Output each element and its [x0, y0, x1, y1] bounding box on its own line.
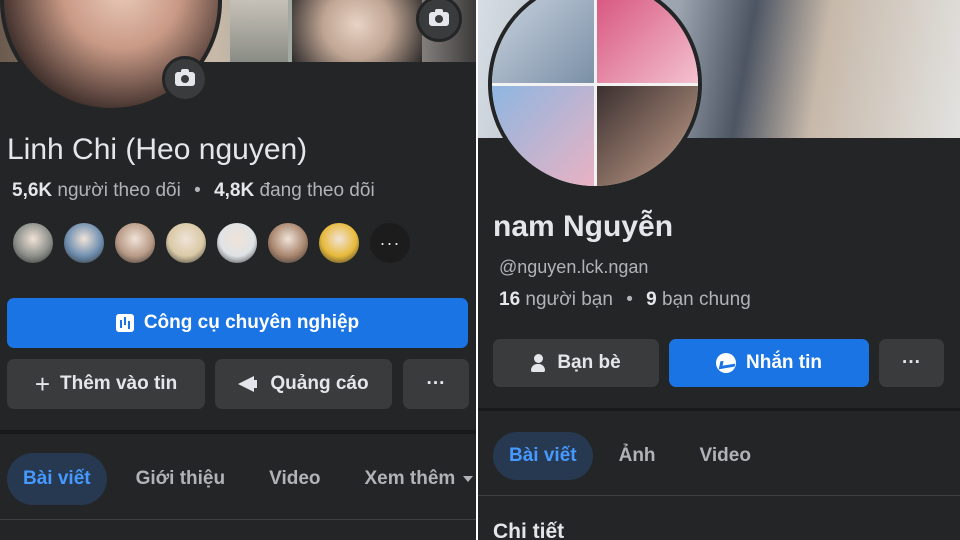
dashboard-icon	[115, 314, 134, 332]
profile-picture[interactable]	[488, 0, 702, 190]
tab-video[interactable]: Video	[684, 432, 767, 480]
add-to-story-label: Thêm vào tin	[60, 373, 178, 394]
left-profile-panel: Linh Chi (Heo nguyen) 5,6K người theo dõ…	[0, 0, 476, 540]
mutual-label[interactable]: bạn chung	[662, 289, 751, 310]
message-button-label: Nhắn tin	[746, 352, 822, 373]
tab-posts[interactable]: Bài viết	[493, 432, 593, 480]
tab-see-more-label: Xem thêm	[364, 468, 456, 489]
tabs-bottom-border	[478, 495, 960, 496]
friends-button[interactable]: Bạn bè	[493, 339, 659, 387]
friends-button-label: Bạn bè	[557, 352, 621, 373]
section-divider	[0, 430, 476, 434]
tab-see-more[interactable]: Xem thêm	[349, 453, 477, 505]
following-count[interactable]: 4,8K	[214, 180, 254, 201]
collage-photo	[596, 85, 698, 186]
followers-label[interactable]: người theo dõi	[57, 180, 180, 201]
mutual-count[interactable]: 9	[646, 289, 657, 310]
profile-tabs: Bài viết Giới thiệu Video Xem thêm	[7, 453, 476, 505]
profile-tabs: Bài viết Ảnh Video	[493, 432, 767, 480]
ads-label: Quảng cáo	[270, 373, 369, 394]
avatar-6[interactable]	[266, 221, 310, 265]
tab-about[interactable]: Giới thiệu	[120, 453, 242, 505]
tab-video[interactable]: Video	[253, 453, 336, 505]
friends-count[interactable]: 16	[499, 289, 520, 310]
right-profile-panel: nam Nguyễn @nguyen.lck.ngan 16 người bạn…	[478, 0, 960, 540]
user-check-icon	[531, 354, 547, 372]
messenger-icon	[716, 353, 736, 373]
details-section-title: Chi tiết	[493, 520, 565, 540]
follow-stats: 5,6K người theo dõi • 4,8K đang theo dõi	[12, 180, 375, 202]
avatar-7[interactable]	[317, 221, 361, 265]
following-label[interactable]: đang theo dõi	[260, 180, 375, 201]
more-friends-button[interactable]: ···	[368, 221, 412, 265]
section-divider	[478, 408, 960, 411]
message-button[interactable]: Nhắn tin	[669, 339, 869, 387]
add-to-story-button[interactable]: + Thêm vào tin	[7, 359, 205, 409]
professional-tools-button[interactable]: Công cụ chuyên nghiệp	[7, 298, 468, 348]
more-options-button[interactable]: ···	[403, 359, 469, 409]
camera-icon	[175, 69, 195, 86]
plus-icon: +	[34, 369, 50, 399]
followers-count[interactable]: 5,6K	[12, 180, 52, 201]
friends-label[interactable]: người bạn	[525, 289, 613, 310]
friend-stats: 16 người bạn • 9 bạn chung	[499, 289, 751, 311]
avatar-1[interactable]	[11, 221, 55, 265]
edit-profile-picture-button[interactable]	[162, 56, 208, 102]
chevron-down-icon	[463, 476, 474, 482]
profile-name: nam Nguyễn	[493, 210, 674, 243]
tabs-bottom-border	[0, 519, 476, 520]
avatar-4[interactable]	[164, 221, 208, 265]
avatar-3[interactable]	[113, 221, 157, 265]
stats-separator: •	[194, 180, 201, 201]
avatar-2[interactable]	[62, 221, 106, 265]
camera-icon	[429, 9, 449, 26]
stats-separator: •	[626, 289, 633, 310]
avatar-5[interactable]	[215, 221, 259, 265]
ads-button[interactable]: Quảng cáo	[215, 359, 392, 409]
megaphone-icon	[238, 376, 258, 392]
cover-photo-segment	[230, 0, 288, 62]
professional-tools-label: Công cụ chuyên nghiệp	[143, 312, 360, 333]
tab-posts[interactable]: Bài viết	[7, 453, 107, 505]
profile-name: Linh Chi (Heo nguyen)	[7, 133, 308, 166]
friends-avatar-row: ···	[11, 221, 412, 265]
more-options-button[interactable]: ···	[879, 339, 944, 387]
collage-photo	[492, 85, 594, 186]
profile-handle: @nguyen.lck.ngan	[499, 257, 649, 277]
cover-photo-segment	[292, 0, 422, 62]
tab-photos[interactable]: Ảnh	[603, 432, 672, 480]
